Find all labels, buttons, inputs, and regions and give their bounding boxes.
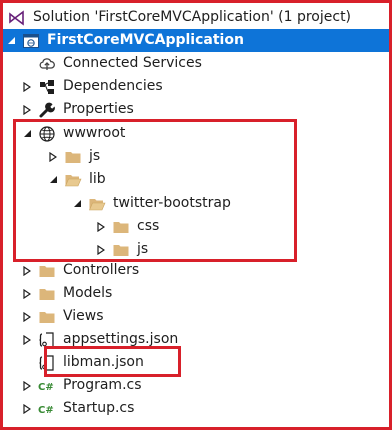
lib-label: lib bbox=[89, 171, 106, 187]
tree-item-models[interactable]: Models bbox=[0, 282, 392, 305]
tree-item-css[interactable]: css bbox=[0, 215, 392, 238]
expand-arrow-icon[interactable] bbox=[22, 374, 32, 397]
program-label: Program.cs bbox=[63, 377, 142, 393]
tree-item-wwwroot-js[interactable]: js bbox=[0, 145, 392, 168]
svg-text:C#: C# bbox=[38, 405, 54, 416]
json-file-icon bbox=[38, 354, 56, 372]
libman-label: libman.json bbox=[63, 354, 144, 370]
tree-item-lib[interactable]: lib bbox=[0, 168, 392, 191]
expand-arrow-icon[interactable] bbox=[22, 282, 32, 305]
tree-item-appsettings[interactable]: appsettings.json bbox=[0, 328, 392, 351]
collapse-arrow-icon[interactable] bbox=[48, 168, 58, 191]
tree-item-solution[interactable]: Solution 'FirstCoreMVCApplication' (1 pr… bbox=[0, 6, 392, 29]
views-label: Views bbox=[63, 308, 104, 324]
wwwroot-js-label: js bbox=[89, 148, 101, 164]
twitter-bootstrap-label: twitter-bootstrap bbox=[113, 195, 231, 211]
tree-item-twitter-bootstrap[interactable]: twitter-bootstrap bbox=[0, 192, 392, 215]
dependencies-icon bbox=[38, 78, 56, 96]
folder-open-icon bbox=[64, 171, 82, 189]
models-label: Models bbox=[63, 285, 113, 301]
folder-icon bbox=[38, 308, 56, 326]
wrench-icon bbox=[38, 101, 56, 119]
tree-item-startup[interactable]: C# Startup.cs bbox=[0, 397, 392, 420]
collapse-arrow-icon[interactable] bbox=[72, 192, 82, 215]
wwwroot-label: wwwroot bbox=[63, 125, 126, 141]
expand-arrow-icon[interactable] bbox=[22, 305, 32, 328]
project-label: FirstCoreMVCApplication bbox=[47, 32, 244, 48]
collapse-arrow-icon[interactable] bbox=[6, 29, 16, 52]
tree-item-properties[interactable]: Properties bbox=[0, 98, 392, 121]
folder-icon bbox=[112, 218, 130, 236]
controllers-label: Controllers bbox=[63, 262, 140, 278]
collapse-arrow-icon[interactable] bbox=[22, 122, 32, 145]
folder-open-icon bbox=[88, 195, 106, 213]
expand-arrow-icon[interactable] bbox=[22, 259, 32, 282]
cloud-connected-services-icon bbox=[38, 55, 56, 73]
folder-icon bbox=[38, 262, 56, 280]
folder-icon bbox=[38, 285, 56, 303]
tree-item-connected-services[interactable]: Connected Services bbox=[0, 52, 392, 75]
json-file-icon bbox=[38, 331, 56, 349]
appsettings-label: appsettings.json bbox=[63, 331, 179, 347]
bootstrap-js-folder-label: js bbox=[137, 241, 149, 257]
svg-text:C#: C# bbox=[38, 382, 54, 393]
expand-arrow-icon[interactable] bbox=[22, 98, 32, 121]
expand-arrow-icon[interactable] bbox=[22, 328, 32, 351]
expand-arrow-icon[interactable] bbox=[96, 238, 106, 261]
properties-label: Properties bbox=[63, 101, 134, 117]
solution-label: Solution 'FirstCoreMVCApplication' (1 pr… bbox=[33, 9, 352, 25]
solution-explorer-tree: Solution 'FirstCoreMVCApplication' (1 pr… bbox=[0, 0, 392, 430]
web-project-icon bbox=[22, 32, 40, 50]
tree-item-dependencies[interactable]: Dependencies bbox=[0, 75, 392, 98]
csharp-file-icon: C# bbox=[38, 377, 56, 395]
tree-item-controllers[interactable]: Controllers bbox=[0, 259, 392, 282]
csharp-file-icon: C# bbox=[38, 400, 56, 418]
visual-studio-solution-icon bbox=[8, 9, 26, 27]
expand-arrow-icon[interactable] bbox=[96, 215, 106, 238]
dependencies-label: Dependencies bbox=[63, 78, 163, 94]
expand-arrow-icon[interactable] bbox=[22, 75, 32, 98]
globe-icon bbox=[38, 125, 56, 143]
folder-icon bbox=[64, 148, 82, 166]
tree-item-program[interactable]: C# Program.cs bbox=[0, 374, 392, 397]
startup-label: Startup.cs bbox=[63, 400, 135, 416]
folder-icon bbox=[112, 241, 130, 259]
expand-arrow-icon[interactable] bbox=[48, 145, 58, 168]
tree-item-bootstrap-js[interactable]: js bbox=[0, 238, 392, 261]
css-folder-label: css bbox=[137, 218, 160, 234]
tree-item-views[interactable]: Views bbox=[0, 305, 392, 328]
connected-services-label: Connected Services bbox=[63, 55, 202, 71]
tree-item-libman[interactable]: libman.json bbox=[0, 351, 392, 374]
expand-arrow-icon[interactable] bbox=[22, 397, 32, 420]
tree-item-project[interactable]: FirstCoreMVCApplication bbox=[0, 29, 392, 52]
tree-item-wwwroot[interactable]: wwwroot bbox=[0, 122, 392, 145]
